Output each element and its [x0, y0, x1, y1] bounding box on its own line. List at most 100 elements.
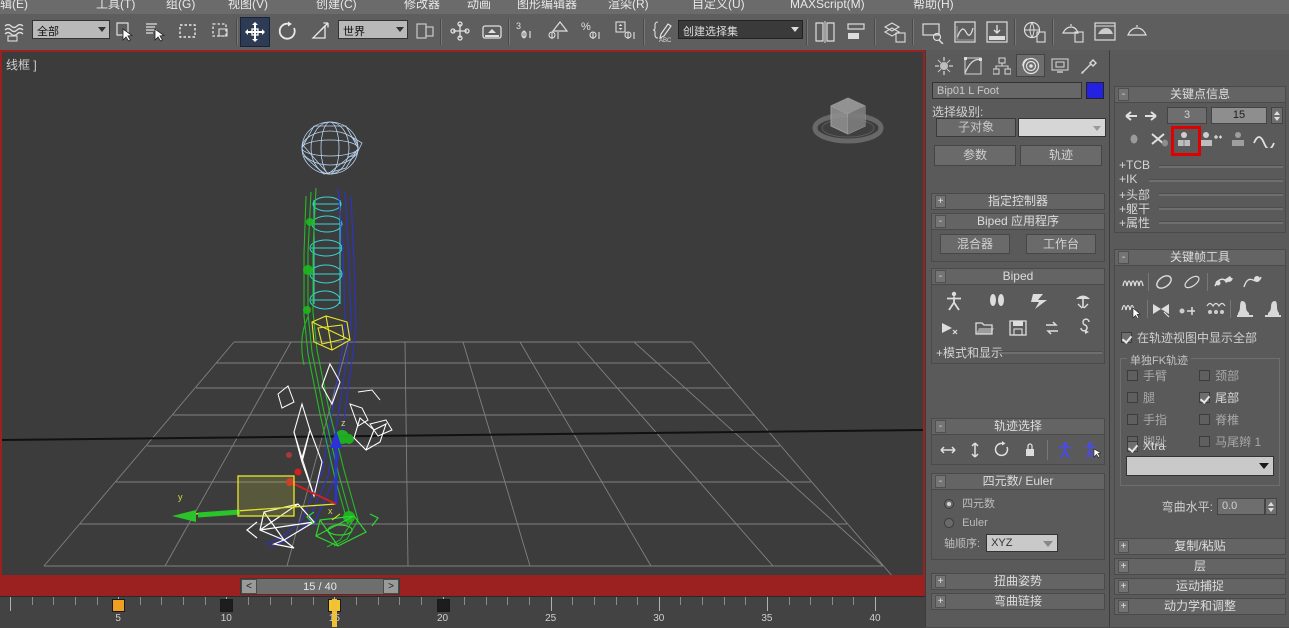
quaternion-radio-row[interactable]: 四元数 — [944, 495, 1104, 511]
rollout-toggle[interactable]: - — [1118, 88, 1129, 101]
rollout-bend-links[interactable]: + 弯曲链接 — [931, 593, 1105, 610]
view-cube-icon[interactable] — [803, 76, 893, 156]
parameters-button[interactable]: 参数 — [934, 145, 1016, 166]
select-and-manipulate-icon[interactable] — [445, 17, 475, 47]
next-key-icon[interactable] — [1143, 109, 1159, 123]
motion-tab-icon[interactable] — [1016, 54, 1045, 77]
menu-item-edit[interactable]: 辑(E) — [0, 0, 28, 11]
load-file-icon[interactable] — [936, 315, 962, 341]
menu-item-animation[interactable]: 动画 — [467, 0, 491, 11]
schematic-view-icon[interactable] — [918, 17, 948, 47]
set-sliding-key-icon[interactable] — [1229, 130, 1247, 148]
trajectories-button[interactable]: 轨迹 — [1020, 145, 1102, 166]
fk-checkbox-neck[interactable]: 颈部 — [1199, 367, 1279, 384]
prev-frame-button[interactable]: < — [241, 579, 257, 594]
show-all-trackview-row[interactable]: 在轨迹视图中显示全部 — [1115, 329, 1285, 346]
axis-order-dropdown[interactable]: XYZ — [986, 534, 1059, 552]
adjust-talent-figure-icon[interactable] — [1210, 269, 1236, 295]
menu-item-modifiers[interactable]: 修改器 — [404, 0, 440, 11]
ease-to-icon[interactable] — [1151, 269, 1177, 295]
trajectory-select-icon[interactable] — [1120, 296, 1145, 322]
rollout-toggle[interactable]: + — [1118, 560, 1129, 573]
next-frame-button[interactable]: > — [383, 579, 399, 594]
foot-plant-right-icon[interactable] — [1260, 296, 1285, 322]
key-offset-icon[interactable] — [1177, 296, 1202, 322]
utilities-tab-icon[interactable] — [1074, 54, 1103, 77]
object-color-swatch[interactable] — [1086, 82, 1104, 99]
subrollout-ik[interactable]: +IK — [1119, 172, 1285, 186]
rollout-copy-paste[interactable]: + 复制/粘贴 — [1114, 538, 1286, 555]
use-pivot-center-icon[interactable] — [410, 17, 440, 47]
spinner-snap-toggle-icon[interactable] — [611, 17, 641, 47]
rollout-header[interactable]: - 关键帧工具 — [1114, 249, 1286, 266]
named-selection-icon[interactable]: ABC — [648, 17, 678, 47]
material-editor-icon[interactable] — [1020, 17, 1050, 47]
rollout-toggle[interactable]: + — [935, 595, 946, 608]
render-to-texture-icon[interactable] — [982, 17, 1012, 47]
snaps-toggle-3-icon[interactable]: 3 — [512, 17, 542, 47]
percent-snap-toggle-icon[interactable]: % — [578, 17, 608, 47]
arms-checkbox[interactable] — [1127, 370, 1138, 381]
lock-com-keying-icon[interactable] — [1018, 437, 1042, 463]
rollout-track-selection[interactable]: - 轨迹选择 — [931, 418, 1105, 465]
fk-checkbox-ponytail1[interactable]: 马尾辫 1 — [1199, 433, 1279, 450]
select-object-icon[interactable] — [110, 17, 140, 47]
body-horizontal-icon[interactable] — [936, 437, 960, 463]
snapshot-icon[interactable] — [0, 17, 30, 47]
reference-coordinate-dropdown[interactable]: 世界 — [338, 20, 408, 39]
xtra-checkbox[interactable] — [1127, 440, 1138, 452]
select-by-name-icon[interactable] — [140, 17, 170, 47]
sub-object-dropdown[interactable] — [1018, 118, 1106, 137]
bend-level-spinner[interactable] — [1265, 498, 1277, 515]
rollout-header[interactable]: - Biped 应用程序 — [931, 213, 1105, 230]
sub-object-button[interactable]: 子对象 — [936, 118, 1016, 137]
rollout-toggle[interactable]: + — [1118, 540, 1129, 553]
rollout-header[interactable]: + 层 — [1114, 558, 1286, 575]
symmetrical-tracks-icon[interactable] — [1053, 437, 1077, 463]
rollout-toggle[interactable]: - — [935, 475, 946, 488]
rollout-header[interactable]: + 弯曲链接 — [931, 593, 1105, 610]
footstep-mode-icon[interactable] — [984, 288, 1010, 314]
menu-item-tools[interactable]: 工具(T) — [96, 0, 135, 11]
perspective-viewport[interactable]: 线框 ] z y x — [2, 52, 923, 575]
named-selection-set-dropdown[interactable]: 创建选择集 — [678, 20, 803, 39]
adjust-talent-pose-icon[interactable] — [1238, 269, 1264, 295]
rollout-header[interactable]: + 指定控制器 — [931, 193, 1105, 210]
ease-from-icon[interactable] — [1179, 269, 1205, 295]
rollout-assign-controller[interactable]: + 指定控制器 — [931, 193, 1105, 210]
rollout-header[interactable]: - 轨迹选择 — [931, 418, 1105, 435]
fk-checkbox-tail[interactable]: 尾部 — [1199, 389, 1279, 406]
euler-radio[interactable] — [944, 518, 954, 529]
mirror-icon[interactable] — [810, 17, 840, 47]
rollout-toggle[interactable]: - — [935, 215, 946, 228]
foot-plant-left-icon[interactable] — [1233, 296, 1258, 322]
multiple-keys-icon[interactable] — [1203, 296, 1228, 322]
key-frame-field[interactable]: 15 — [1211, 107, 1267, 124]
create-tab-icon[interactable] — [929, 54, 958, 77]
subrollout-body[interactable]: +躯干 — [1119, 200, 1285, 216]
menu-item-rendering[interactable]: 渲染(R) — [608, 0, 649, 11]
selection-filter-dropdown[interactable]: 全部 — [32, 20, 110, 39]
track-bar[interactable]: 510152025303540 — [0, 596, 925, 628]
rollout-header[interactable]: - 四元数/ Euler — [931, 473, 1105, 490]
subrollout-tcb[interactable]: +TCB — [1119, 158, 1285, 172]
rollout-twist-poses[interactable]: + 扭曲姿势 — [931, 573, 1105, 590]
subrollout-head[interactable]: +头部 — [1119, 186, 1285, 202]
rollout-toggle[interactable]: + — [1118, 580, 1129, 593]
open-file-icon[interactable] — [971, 315, 997, 341]
rollout-header[interactable]: - 关键点信息 — [1114, 86, 1286, 103]
angle-snap-toggle-icon[interactable] — [545, 17, 575, 47]
select-and-rotate-icon[interactable] — [273, 17, 303, 47]
fk-checkbox-legs[interactable]: 腿 — [1127, 389, 1199, 406]
time-slider[interactable]: < 15 / 40 > — [240, 578, 400, 595]
hierarchy-tab-icon[interactable] — [987, 54, 1016, 77]
rollout-motion-capture[interactable]: + 运动捕捉 — [1114, 578, 1286, 595]
menu-item-help[interactable]: 帮助(H) — [913, 0, 954, 11]
rollout-toggle[interactable]: - — [1118, 251, 1129, 264]
xtra-checkbox-row[interactable]: Xtra — [1127, 439, 1165, 453]
rollout-header[interactable]: + 运动捕捉 — [1114, 578, 1286, 595]
move-all-mode-icon[interactable] — [1074, 315, 1100, 341]
tail-checkbox[interactable] — [1199, 392, 1211, 403]
bend-level-field[interactable]: 0.0 — [1217, 498, 1265, 515]
modify-tab-icon[interactable] — [958, 54, 987, 77]
